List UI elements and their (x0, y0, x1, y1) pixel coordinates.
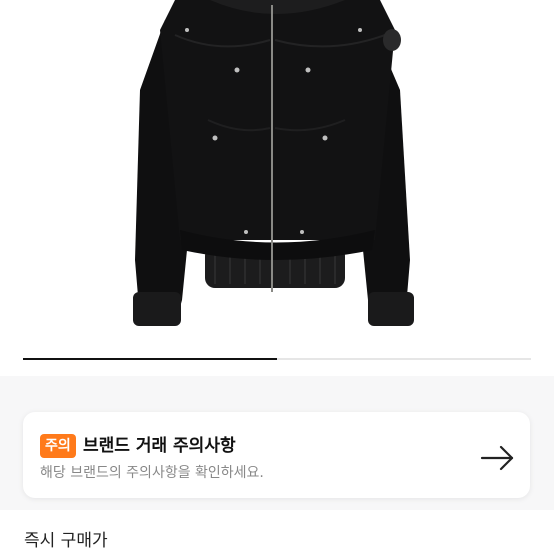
warning-badge: 주의 (40, 434, 76, 458)
notice-title: 브랜드 거래 주의사항 (83, 436, 236, 456)
carousel-indicator-fill (23, 358, 277, 360)
price-section: 즉시 구매가 (0, 510, 554, 554)
jacket-illustration (133, 0, 414, 326)
product-image[interactable] (0, 0, 554, 345)
notice-subtitle: 해당 브랜드의 주의사항을 확인하세요. (40, 465, 264, 481)
brand-notice-card[interactable]: 주의 브랜드 거래 주의사항 해당 브랜드의 주의사항을 확인하세요. (23, 412, 530, 498)
arrow-right-icon[interactable] (478, 438, 518, 478)
carousel-indicator (23, 358, 531, 360)
instant-buy-price-label: 즉시 구매가 (24, 531, 108, 551)
